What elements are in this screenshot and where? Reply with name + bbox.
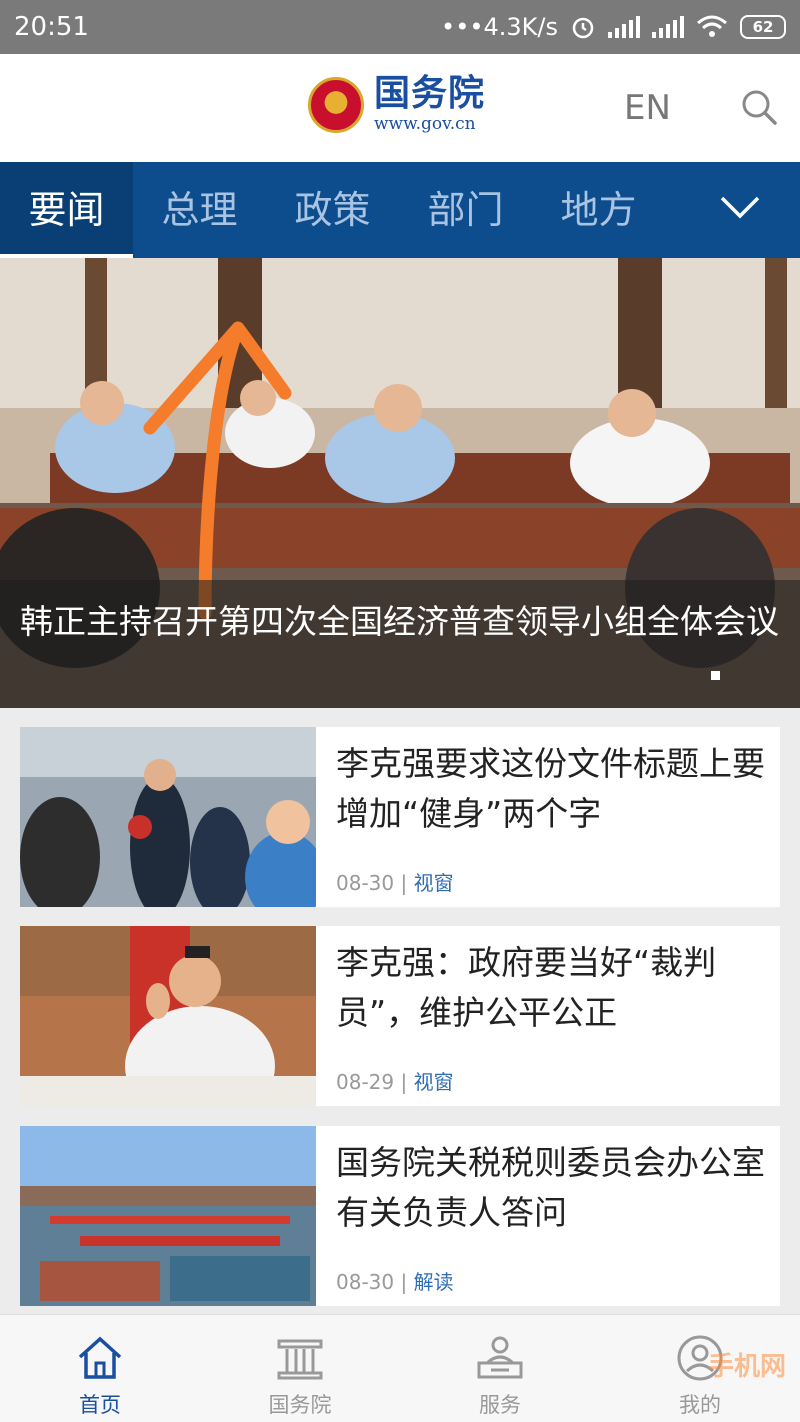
category-tabs: 要闻 总理 政策 部门 地方 <box>0 162 800 258</box>
hero-caption: 韩正主持召开第四次全国经济普查领导小组全体会议 <box>0 580 800 708</box>
tab-departments[interactable]: 部门 <box>399 162 532 258</box>
news-item[interactable]: 国务院关税税则委员会办公室有关负责人答问 08-30 | 解读 <box>20 1126 780 1306</box>
status-indicators: •••4.3K/s 62 <box>441 13 786 41</box>
news-date: 08-29 <box>336 1070 395 1094</box>
news-meta: 08-30 | 解读 <box>336 1270 454 1294</box>
status-time: 20:51 <box>14 12 89 42</box>
wifi-icon <box>697 15 727 37</box>
bottom-tab-label: 服务 <box>479 1393 521 1417</box>
network-speed: •••4.3K/s <box>441 13 558 41</box>
news-item[interactable]: 李克强要求这份文件标题上要增加“健身”两个字 08-30 | 视窗 <box>20 727 780 907</box>
bottom-navigation: 首页 国务院 服务 我的 <box>0 1314 800 1422</box>
news-thumbnail <box>20 1126 316 1306</box>
news-title: 李克强：政府要当好“裁判员”，维护公平公正 <box>336 943 717 1032</box>
app-header: 国务院 www.gov.cn EN <box>0 54 800 162</box>
building-icon <box>277 1339 323 1380</box>
tab-local[interactable]: 地方 <box>532 162 665 258</box>
battery-icon: 62 <box>740 15 786 39</box>
home-icon <box>78 1336 122 1379</box>
tab-premier[interactable]: 总理 <box>133 162 266 258</box>
news-meta: 08-29 | 视窗 <box>336 1070 454 1094</box>
status-bar: 20:51 •••4.3K/s 62 <box>0 0 800 54</box>
tab-headlines[interactable]: 要闻 <box>0 162 133 258</box>
logo-title: 国务院 <box>374 73 486 114</box>
news-source[interactable]: 视窗 <box>414 1070 454 1094</box>
news-thumbnail <box>20 926 316 1106</box>
news-source[interactable]: 视窗 <box>414 871 454 895</box>
carousel-indicator <box>711 671 720 680</box>
watermark: 手机网 <box>707 1352 786 1382</box>
hero-banner[interactable]: 韩正主持召开第四次全国经济普查领导小组全体会议 <box>0 258 800 708</box>
language-toggle[interactable]: EN <box>624 88 671 128</box>
search-icon[interactable] <box>740 88 778 126</box>
signal-icon <box>608 16 640 38</box>
bottom-tab-label: 首页 <box>79 1393 121 1417</box>
news-title: 李克强要求这份文件标题上要增加“健身”两个字 <box>336 744 765 833</box>
signal-icon-2 <box>652 16 684 38</box>
tab-policy[interactable]: 政策 <box>266 162 399 258</box>
news-title: 国务院关税税则委员会办公室有关负责人答问 <box>336 1143 765 1232</box>
bottom-tab-services[interactable]: 服务 <box>400 1315 600 1422</box>
national-emblem-icon <box>308 76 364 133</box>
bottom-tab-label: 国务院 <box>268 1393 332 1417</box>
alarm-icon <box>572 17 594 39</box>
news-thumbnail <box>20 727 316 907</box>
bottom-tab-label: 我的 <box>679 1393 721 1417</box>
logo-url: www.gov.cn <box>374 114 476 134</box>
service-desk-icon <box>477 1336 523 1379</box>
bottom-tab-state-council[interactable]: 国务院 <box>200 1315 400 1422</box>
news-date: 08-30 <box>336 1270 395 1294</box>
news-date: 08-30 <box>336 871 395 895</box>
news-source[interactable]: 解读 <box>414 1270 454 1294</box>
logo-text: 国务院 www.gov.cn <box>374 76 485 133</box>
bottom-tab-home[interactable]: 首页 <box>0 1315 200 1422</box>
gov-logo[interactable]: 国务院 www.gov.cn <box>308 76 485 133</box>
chevron-down-icon[interactable] <box>718 192 762 222</box>
news-item[interactable]: 李克强：政府要当好“裁判员”，维护公平公正 08-29 | 视窗 <box>20 926 780 1106</box>
news-meta: 08-30 | 视窗 <box>336 871 454 895</box>
